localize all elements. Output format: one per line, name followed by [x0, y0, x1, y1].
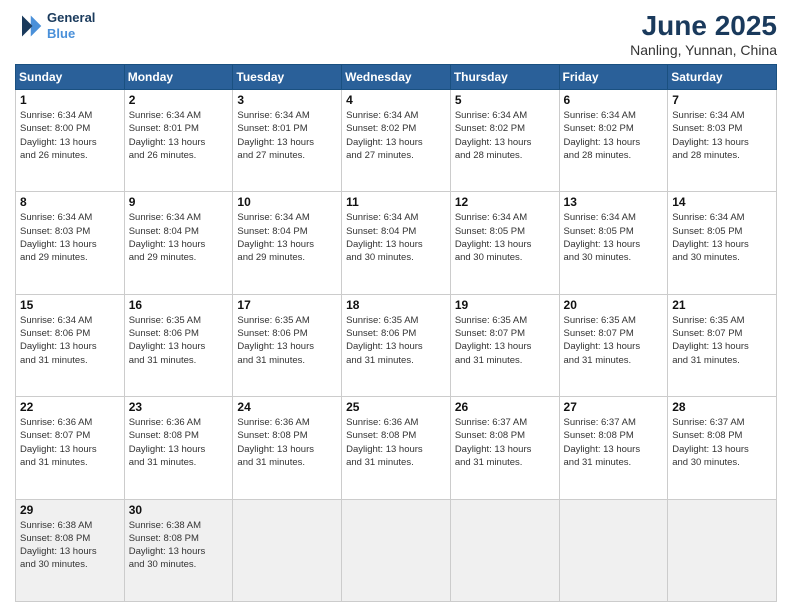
- header-wednesday: Wednesday: [342, 65, 451, 90]
- table-row: 11Sunrise: 6:34 AM Sunset: 8:04 PM Dayli…: [342, 192, 451, 294]
- table-row: 12Sunrise: 6:34 AM Sunset: 8:05 PM Dayli…: [450, 192, 559, 294]
- header-sunday: Sunday: [16, 65, 125, 90]
- table-row: 16Sunrise: 6:35 AM Sunset: 8:06 PM Dayli…: [124, 294, 233, 396]
- calendar-title: June 2025: [630, 10, 777, 42]
- table-row: 18Sunrise: 6:35 AM Sunset: 8:06 PM Dayli…: [342, 294, 451, 396]
- table-row: 8Sunrise: 6:34 AM Sunset: 8:03 PM Daylig…: [16, 192, 125, 294]
- table-row: 13Sunrise: 6:34 AM Sunset: 8:05 PM Dayli…: [559, 192, 668, 294]
- table-row: 27Sunrise: 6:37 AM Sunset: 8:08 PM Dayli…: [559, 397, 668, 499]
- table-row: 29Sunrise: 6:38 AM Sunset: 8:08 PM Dayli…: [16, 499, 125, 601]
- table-row: 30Sunrise: 6:38 AM Sunset: 8:08 PM Dayli…: [124, 499, 233, 601]
- calendar-week-4: 29Sunrise: 6:38 AM Sunset: 8:08 PM Dayli…: [16, 499, 777, 601]
- table-row: [342, 499, 451, 601]
- table-row: 7Sunrise: 6:34 AM Sunset: 8:03 PM Daylig…: [668, 90, 777, 192]
- calendar-week-0: 1Sunrise: 6:34 AM Sunset: 8:00 PM Daylig…: [16, 90, 777, 192]
- logo-text: General Blue: [47, 10, 95, 41]
- calendar-week-3: 22Sunrise: 6:36 AM Sunset: 8:07 PM Dayli…: [16, 397, 777, 499]
- table-row: 1Sunrise: 6:34 AM Sunset: 8:00 PM Daylig…: [16, 90, 125, 192]
- header: General Blue June 2025 Nanling, Yunnan, …: [15, 10, 777, 58]
- logo: General Blue: [15, 10, 95, 41]
- header-monday: Monday: [124, 65, 233, 90]
- table-row: 21Sunrise: 6:35 AM Sunset: 8:07 PM Dayli…: [668, 294, 777, 396]
- calendar-body: 1Sunrise: 6:34 AM Sunset: 8:00 PM Daylig…: [16, 90, 777, 602]
- table-row: 17Sunrise: 6:35 AM Sunset: 8:06 PM Dayli…: [233, 294, 342, 396]
- table-row: 9Sunrise: 6:34 AM Sunset: 8:04 PM Daylig…: [124, 192, 233, 294]
- table-row: 24Sunrise: 6:36 AM Sunset: 8:08 PM Dayli…: [233, 397, 342, 499]
- table-row: [668, 499, 777, 601]
- table-row: 28Sunrise: 6:37 AM Sunset: 8:08 PM Dayli…: [668, 397, 777, 499]
- header-thursday: Thursday: [450, 65, 559, 90]
- table-row: 22Sunrise: 6:36 AM Sunset: 8:07 PM Dayli…: [16, 397, 125, 499]
- header-saturday: Saturday: [668, 65, 777, 90]
- table-row: 4Sunrise: 6:34 AM Sunset: 8:02 PM Daylig…: [342, 90, 451, 192]
- header-friday: Friday: [559, 65, 668, 90]
- table-row: 6Sunrise: 6:34 AM Sunset: 8:02 PM Daylig…: [559, 90, 668, 192]
- calendar-week-1: 8Sunrise: 6:34 AM Sunset: 8:03 PM Daylig…: [16, 192, 777, 294]
- table-row: [559, 499, 668, 601]
- table-row: 25Sunrise: 6:36 AM Sunset: 8:08 PM Dayli…: [342, 397, 451, 499]
- table-row: 23Sunrise: 6:36 AM Sunset: 8:08 PM Dayli…: [124, 397, 233, 499]
- table-row: 19Sunrise: 6:35 AM Sunset: 8:07 PM Dayli…: [450, 294, 559, 396]
- header-tuesday: Tuesday: [233, 65, 342, 90]
- calendar-week-2: 15Sunrise: 6:34 AM Sunset: 8:06 PM Dayli…: [16, 294, 777, 396]
- header-row: Sunday Monday Tuesday Wednesday Thursday…: [16, 65, 777, 90]
- table-row: 14Sunrise: 6:34 AM Sunset: 8:05 PM Dayli…: [668, 192, 777, 294]
- table-row: [450, 499, 559, 601]
- calendar-table: Sunday Monday Tuesday Wednesday Thursday…: [15, 64, 777, 602]
- table-row: 5Sunrise: 6:34 AM Sunset: 8:02 PM Daylig…: [450, 90, 559, 192]
- calendar-header: Sunday Monday Tuesday Wednesday Thursday…: [16, 65, 777, 90]
- table-row: 10Sunrise: 6:34 AM Sunset: 8:04 PM Dayli…: [233, 192, 342, 294]
- title-block: June 2025 Nanling, Yunnan, China: [630, 10, 777, 58]
- table-row: 2Sunrise: 6:34 AM Sunset: 8:01 PM Daylig…: [124, 90, 233, 192]
- table-row: [233, 499, 342, 601]
- calendar-subtitle: Nanling, Yunnan, China: [630, 42, 777, 58]
- logo-icon: [15, 12, 43, 40]
- table-row: 26Sunrise: 6:37 AM Sunset: 8:08 PM Dayli…: [450, 397, 559, 499]
- table-row: 15Sunrise: 6:34 AM Sunset: 8:06 PM Dayli…: [16, 294, 125, 396]
- table-row: 3Sunrise: 6:34 AM Sunset: 8:01 PM Daylig…: [233, 90, 342, 192]
- table-row: 20Sunrise: 6:35 AM Sunset: 8:07 PM Dayli…: [559, 294, 668, 396]
- page: General Blue June 2025 Nanling, Yunnan, …: [0, 0, 792, 612]
